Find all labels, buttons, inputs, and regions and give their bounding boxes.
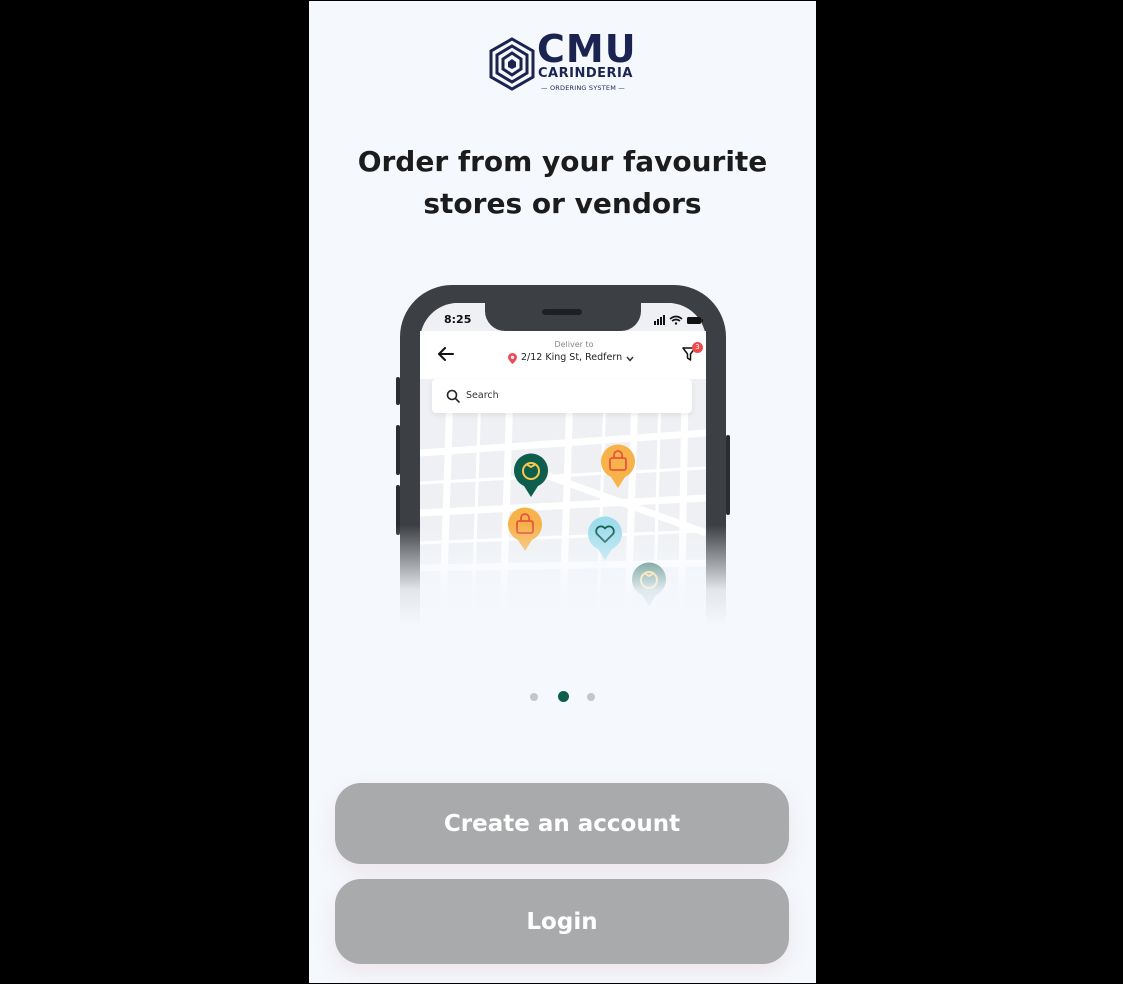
back-arrow-icon[interactable] bbox=[438, 347, 454, 361]
phone-illustration: 8:25 Deliver to 2/12 King St, Redfern 3 … bbox=[334, 285, 792, 625]
search-placeholder: Search bbox=[466, 390, 499, 401]
phone-speaker bbox=[542, 309, 582, 315]
login-button[interactable]: Login bbox=[335, 879, 789, 964]
logo-subtitle: CARINDERIA bbox=[538, 66, 633, 81]
filter-count-badge: 3 bbox=[692, 342, 703, 353]
pagination-dots bbox=[526, 690, 606, 702]
chevron-down-icon bbox=[626, 356, 634, 362]
pagination-dot-3[interactable] bbox=[587, 693, 595, 701]
onboarding-screen: CMU CARINDERIA — ORDERING SYSTEM — Order… bbox=[309, 1, 816, 983]
status-time: 8:25 bbox=[444, 313, 472, 326]
deliver-address-text: 2/12 King St, Redfern bbox=[521, 352, 623, 363]
logo-mark-icon bbox=[489, 37, 535, 91]
logo-tagline-text: ORDERING SYSTEM bbox=[549, 84, 617, 92]
pagination-dot-1[interactable] bbox=[530, 693, 538, 701]
logo-tagline: — ORDERING SYSTEM — bbox=[541, 84, 625, 92]
create-account-button[interactable]: Create an account bbox=[335, 783, 789, 864]
illustration-fade bbox=[334, 525, 792, 625]
pagination-dot-2-active[interactable] bbox=[558, 691, 569, 702]
app-logo: CMU CARINDERIA — ORDERING SYSTEM — bbox=[489, 27, 639, 97]
search-icon bbox=[446, 389, 460, 403]
phone-notch bbox=[485, 303, 641, 331]
phone-side-button bbox=[726, 435, 730, 515]
onboarding-headline: Order from your favourite stores or vend… bbox=[357, 145, 768, 220]
logo-title: CMU bbox=[537, 27, 637, 71]
deliver-to-label: Deliver to bbox=[554, 340, 594, 349]
tomato-icon[interactable] bbox=[513, 453, 549, 497]
status-icons bbox=[654, 315, 703, 325]
shopping-bag-icon[interactable] bbox=[600, 444, 636, 488]
